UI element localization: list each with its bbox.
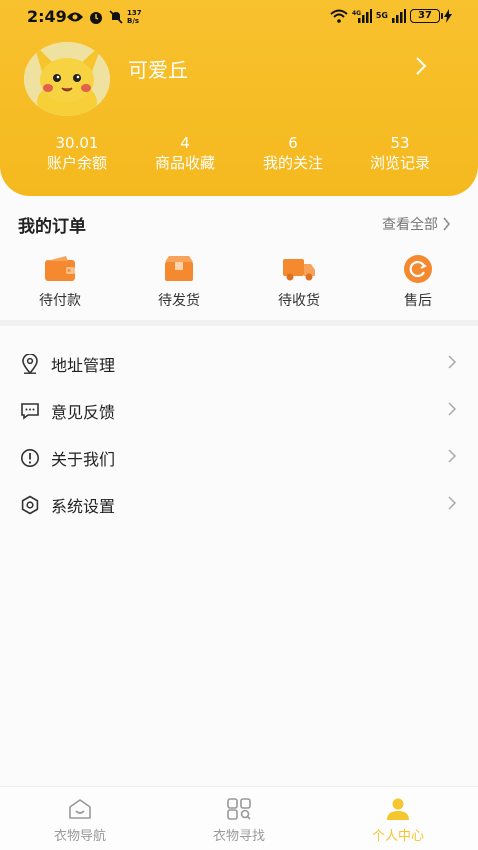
- order-pending-payment[interactable]: 待付款: [10, 254, 110, 310]
- order-pending-shipment[interactable]: 待发货: [129, 254, 229, 310]
- stats-row: 30.01 账户余额 4 商品收藏 6 我的关注 53 浏览记录: [0, 134, 478, 178]
- wallet-icon: [45, 256, 75, 281]
- menu-label: 关于我们: [51, 449, 116, 469]
- view-all-orders-link[interactable]: 查看全部: [382, 214, 451, 234]
- stat-label: 浏览记录: [369, 154, 430, 172]
- refresh-icon: [404, 255, 432, 283]
- order-label: 待发货: [158, 293, 200, 309]
- stat-value: 4: [180, 134, 190, 152]
- chevron-right-icon: [448, 496, 457, 510]
- settings-icon: [21, 495, 39, 514]
- username[interactable]: 可爱丘: [128, 54, 188, 83]
- signal-5g-icon: [392, 9, 406, 23]
- tab-label: 衣物寻找: [212, 829, 265, 844]
- chevron-right-icon: [448, 449, 457, 463]
- eye-icon: [67, 12, 83, 22]
- order-pending-receipt[interactable]: 待收货: [249, 254, 349, 310]
- settings-menu: 地址管理 意见反馈 关于我们 系统设置: [0, 340, 478, 528]
- stat-favorites[interactable]: 4 商品收藏: [130, 134, 240, 174]
- stat-value: 6: [288, 134, 298, 152]
- avatar[interactable]: [24, 42, 110, 116]
- view-all-label: 查看全部: [382, 217, 438, 233]
- bottom-tab-bar: 衣物导航 衣物寻找 个人中心: [0, 786, 478, 850]
- stat-label: 商品收藏: [154, 154, 215, 172]
- tab-personal-center[interactable]: 个人中心: [338, 795, 458, 844]
- network-speed-unit: B/s: [127, 17, 140, 25]
- grid-search-icon: [227, 798, 251, 820]
- order-label: 待收货: [278, 293, 320, 309]
- alarm-icon: [90, 12, 102, 24]
- orders-title: 我的订单: [18, 217, 86, 237]
- chevron-right-icon: [448, 402, 457, 416]
- tab-label: 个人中心: [371, 829, 424, 844]
- menu-label: 系统设置: [51, 496, 116, 516]
- signal-4g-icon: 4G: [352, 9, 372, 23]
- profile-chevron-right-icon[interactable]: [414, 56, 428, 76]
- order-after-sales[interactable]: 售后: [368, 254, 468, 310]
- network-5g-label: 5G: [375, 11, 388, 20]
- stat-value: 30.01: [55, 134, 99, 152]
- stat-label: 账户余额: [46, 154, 107, 172]
- order-label: 待付款: [39, 293, 81, 309]
- home-icon: [69, 799, 91, 819]
- stat-balance[interactable]: 30.01 账户余额: [22, 134, 132, 174]
- battery-indicator: 37: [410, 9, 443, 23]
- tab-label: 衣物导航: [53, 829, 106, 844]
- menu-label: 意见反馈: [51, 402, 116, 422]
- chevron-right-icon: [448, 355, 457, 369]
- menu-item-settings[interactable]: 系统设置: [0, 481, 478, 528]
- svg-text:4G: 4G: [352, 10, 361, 17]
- menu-item-about[interactable]: 关于我们: [0, 434, 478, 481]
- stat-history[interactable]: 53 浏览记录: [345, 134, 455, 174]
- stat-value: 53: [390, 134, 410, 152]
- info-icon: [21, 448, 39, 467]
- chevron-right-icon: [443, 217, 450, 231]
- truck-icon: [283, 259, 315, 281]
- section-divider: [0, 320, 478, 326]
- feedback-icon: [21, 402, 39, 420]
- box-icon: [165, 256, 193, 281]
- location-pin-icon: [22, 353, 38, 374]
- mute-icon: [109, 10, 123, 24]
- person-icon: [387, 798, 409, 820]
- avatar-image: [24, 42, 110, 116]
- order-label: 售后: [404, 293, 432, 309]
- stat-following[interactable]: 6 我的关注: [238, 134, 348, 174]
- menu-item-feedback[interactable]: 意见反馈: [0, 387, 478, 434]
- tab-clothing-search[interactable]: 衣物寻找: [179, 795, 299, 844]
- network-speed-value: 137: [127, 9, 142, 17]
- status-time: 2:49: [27, 7, 67, 26]
- status-bar: 2:49 137 B/s 4G 5G 37: [0, 0, 478, 34]
- menu-item-address[interactable]: 地址管理: [0, 340, 478, 387]
- stat-label: 我的关注: [262, 154, 323, 172]
- wifi-icon: [330, 9, 348, 23]
- menu-label: 地址管理: [51, 355, 116, 375]
- charging-icon: [444, 9, 452, 23]
- tab-clothing-navigation[interactable]: 衣物导航: [20, 795, 140, 844]
